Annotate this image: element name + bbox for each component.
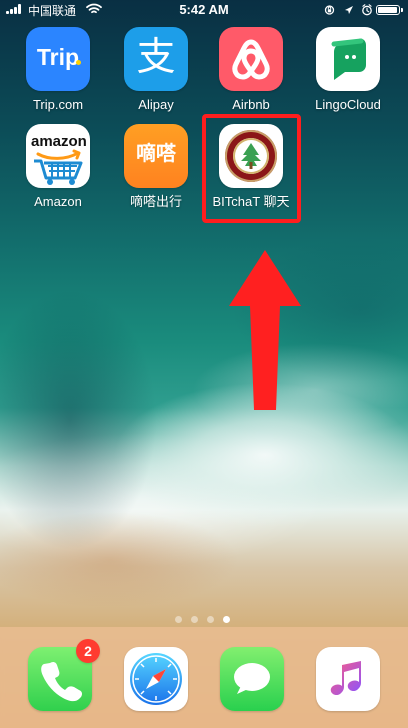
amazon-app[interactable]: amazon Amazon — [12, 124, 104, 220]
amazon-icon: amazon — [26, 124, 90, 188]
shopping-cart-icon — [34, 149, 83, 185]
rotation-lock-icon — [324, 5, 335, 15]
airbnb-app[interactable]: Airbnb — [205, 27, 297, 123]
app-label-dida: 嘀嗒出行 — [129, 194, 182, 209]
up-arrow-icon — [229, 250, 301, 410]
app-label-alipay: Alipay — [138, 97, 174, 112]
compass-icon — [130, 653, 182, 705]
messages-icon — [220, 647, 284, 711]
messages-app[interactable] — [220, 647, 284, 711]
page-indicator[interactable] — [175, 615, 235, 625]
speech-bubble-icon — [234, 663, 270, 694]
trip-com-app[interactable]: Trip Trip.com — [12, 27, 104, 123]
missed-call-badge: 2 — [76, 639, 100, 663]
highlighted-app-box — [202, 114, 301, 223]
dock: 2 — [0, 627, 408, 728]
battery-icon — [376, 5, 403, 15]
status-icons — [320, 2, 403, 18]
page-dot-4[interactable] — [223, 616, 230, 623]
app-label-airbnb: Airbnb — [232, 97, 270, 112]
trip-com-icon: Trip — [26, 27, 90, 91]
trip-com-dot — [76, 60, 81, 65]
page-dot-2[interactable] — [191, 616, 198, 623]
alipay-app[interactable]: 支 Alipay — [110, 27, 202, 123]
dida-icon: 嘀嗒 — [124, 124, 188, 188]
dida-app[interactable]: 嘀嗒 嘀嗒出行 — [110, 124, 202, 220]
lingocloud-logo-icon — [331, 38, 366, 80]
lingocloud-icon — [316, 27, 380, 91]
battery-level — [378, 7, 397, 13]
page-dot-3[interactable] — [207, 616, 214, 623]
safari-app[interactable] — [124, 647, 188, 711]
music-app[interactable] — [316, 647, 380, 711]
page-dot-1[interactable] — [175, 616, 182, 623]
location-icon — [345, 6, 353, 14]
airbnb-logo-icon — [232, 39, 270, 80]
lingocloud-app[interactable]: LingoCloud — [302, 27, 394, 123]
safari-icon — [124, 647, 188, 711]
alarm-icon — [362, 4, 372, 16]
alipay-icon: 支 — [124, 27, 188, 91]
status-bar: 中国联通 5:42 AM — [0, 0, 408, 20]
phone-app[interactable]: 2 — [28, 639, 100, 711]
music-note-icon — [330, 661, 361, 696]
home-screen: 中国联通 5:42 AM Trip Trip.com 支 Alipay Airb… — [0, 0, 408, 728]
airbnb-icon — [219, 27, 283, 91]
app-label-lingocloud: LingoCloud — [315, 97, 381, 112]
app-label-trip-com: Trip.com — [32, 97, 84, 112]
music-icon — [316, 647, 380, 711]
app-label-amazon: Amazon — [34, 194, 82, 209]
